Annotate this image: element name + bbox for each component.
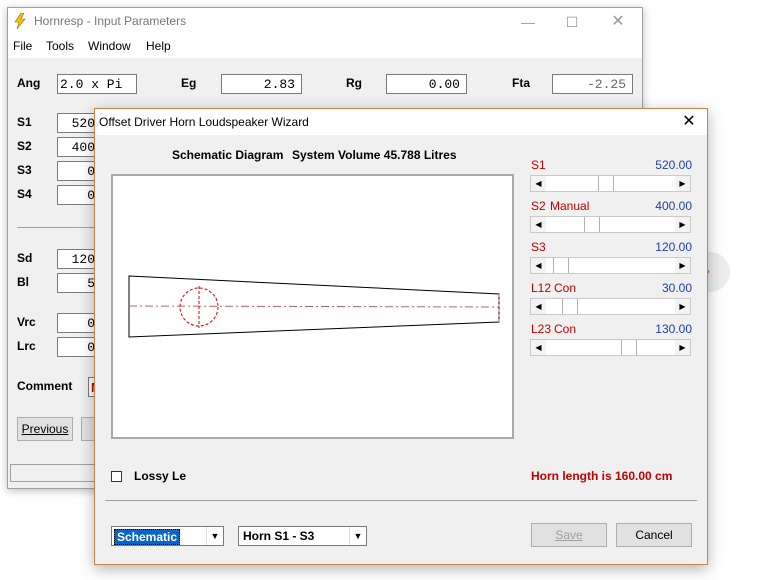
rg-field[interactable]: 0.00	[386, 74, 467, 94]
scroll-thumb[interactable]	[620, 340, 637, 355]
param-s1-label: S1	[531, 158, 546, 172]
offset-driver-wizard-dialog: Offset Driver Horn Loudspeaker Wizard ✕ …	[94, 108, 708, 565]
eg-label: Eg	[181, 76, 197, 90]
dialog-title-bar: Offset Driver Horn Loudspeaker Wizard ✕	[95, 109, 707, 135]
eg-field[interactable]: 2.83	[221, 74, 302, 94]
menu-tools[interactable]: Tools	[46, 39, 74, 53]
s2-label: S2	[17, 139, 32, 153]
param-s2-label: S2	[531, 199, 546, 213]
lossy-le-checkbox[interactable]	[111, 471, 122, 482]
param-l12-scrollbar[interactable]: ◀ ▶	[530, 298, 691, 315]
ang-label: Ang	[17, 76, 41, 90]
scroll-right-icon[interactable]: ▶	[675, 176, 690, 191]
dialog-title: Offset Driver Horn Loudspeaker Wizard	[99, 115, 309, 129]
scroll-left-icon[interactable]: ◀	[531, 299, 546, 314]
window-title: Hornresp - Input Parameters	[34, 14, 187, 28]
horn-length-text: Horn length is 160.00 cm	[531, 469, 673, 483]
param-s1-value: 520.00	[655, 158, 692, 172]
scroll-left-icon[interactable]: ◀	[531, 176, 546, 191]
s1-label: S1	[17, 115, 32, 129]
lossy-le-label: Lossy Le	[134, 469, 187, 483]
scroll-thumb[interactable]	[552, 258, 569, 273]
scroll-right-icon[interactable]: ▶	[675, 217, 690, 232]
close-button[interactable]: ✕	[598, 10, 638, 34]
horn-schematic	[128, 275, 500, 338]
vrc-label: Vrc	[17, 315, 36, 329]
comment-label: Comment	[17, 379, 73, 393]
param-l12-label: L12	[531, 281, 552, 295]
chevron-down-icon[interactable]: ▼	[349, 527, 366, 545]
param-s1-scrollbar[interactable]: ◀ ▶	[530, 175, 691, 192]
cancel-button[interactable]: Cancel	[616, 523, 692, 547]
scroll-left-icon[interactable]: ◀	[531, 258, 546, 273]
param-l12-value: 30.00	[661, 281, 692, 295]
param-l23-label: L23	[531, 322, 552, 336]
param-l23-scrollbar[interactable]: ◀ ▶	[530, 339, 691, 356]
schematic-diagram	[111, 174, 514, 439]
param-s3-scrollbar[interactable]: ◀ ▶	[530, 257, 691, 274]
schematic-heading: Schematic Diagram	[172, 148, 284, 162]
previous-button[interactable]: Previous	[17, 417, 73, 441]
s4-label: S4	[17, 187, 32, 201]
lightning-bolt-icon	[14, 13, 26, 29]
param-s2-scrollbar[interactable]: ◀ ▶	[530, 216, 691, 233]
menu-file[interactable]: File	[13, 39, 32, 53]
menu-window[interactable]: Window	[88, 39, 131, 53]
divider	[17, 227, 97, 228]
scroll-right-icon[interactable]: ▶	[675, 299, 690, 314]
rg-label: Rg	[346, 76, 362, 90]
dialog-divider	[105, 500, 697, 501]
param-s2-mode: Manual	[550, 199, 590, 213]
scroll-thumb[interactable]	[597, 176, 614, 191]
fta-field[interactable]: -2.25	[552, 74, 633, 94]
param-s3-label: S3	[531, 240, 546, 254]
scroll-right-icon[interactable]: ▶	[675, 340, 690, 355]
save-button[interactable]: Save	[531, 523, 607, 547]
maximize-button[interactable]: ☐	[552, 10, 592, 34]
close-icon[interactable]: ✕	[677, 111, 701, 133]
sd-label: Sd	[17, 251, 33, 265]
title-bar: Hornresp - Input Parameters — ☐ ✕	[8, 8, 642, 36]
status-bar	[10, 464, 100, 482]
horn-select-value: Horn S1 - S3	[243, 529, 315, 543]
scroll-track[interactable]	[546, 340, 675, 355]
lrc-label: Lrc	[17, 339, 36, 353]
chevron-down-icon[interactable]: ▼	[206, 527, 223, 545]
menu-help[interactable]: Help	[146, 39, 171, 53]
param-l12-mode: Con	[554, 281, 577, 295]
s3-label: S3	[17, 163, 32, 177]
param-l23-mode: Con	[554, 322, 577, 336]
bl-label: Bl	[17, 275, 29, 289]
view-select[interactable]: Schematic ▼	[111, 526, 224, 546]
scroll-left-icon[interactable]: ◀	[531, 217, 546, 232]
scroll-thumb[interactable]	[583, 217, 600, 232]
fta-label: Fta	[512, 76, 530, 90]
scroll-left-icon[interactable]: ◀	[531, 340, 546, 355]
view-select-value: Schematic	[114, 529, 181, 545]
ang-field[interactable]: 2.0 x Pi	[57, 74, 137, 94]
param-s3-value: 120.00	[655, 240, 692, 254]
menu-bar: File Tools Window Help	[8, 36, 642, 58]
scroll-right-icon[interactable]: ▶	[675, 258, 690, 273]
param-s2-value: 400.00	[655, 199, 692, 213]
scroll-thumb[interactable]	[562, 299, 579, 314]
scroll-track[interactable]	[546, 217, 675, 232]
horn-select[interactable]: Horn S1 - S3 ▼	[238, 526, 367, 546]
system-volume: System Volume 45.788 Litres	[292, 148, 457, 162]
param-l23-value: 130.00	[655, 322, 692, 336]
minimize-button[interactable]: —	[508, 10, 548, 34]
